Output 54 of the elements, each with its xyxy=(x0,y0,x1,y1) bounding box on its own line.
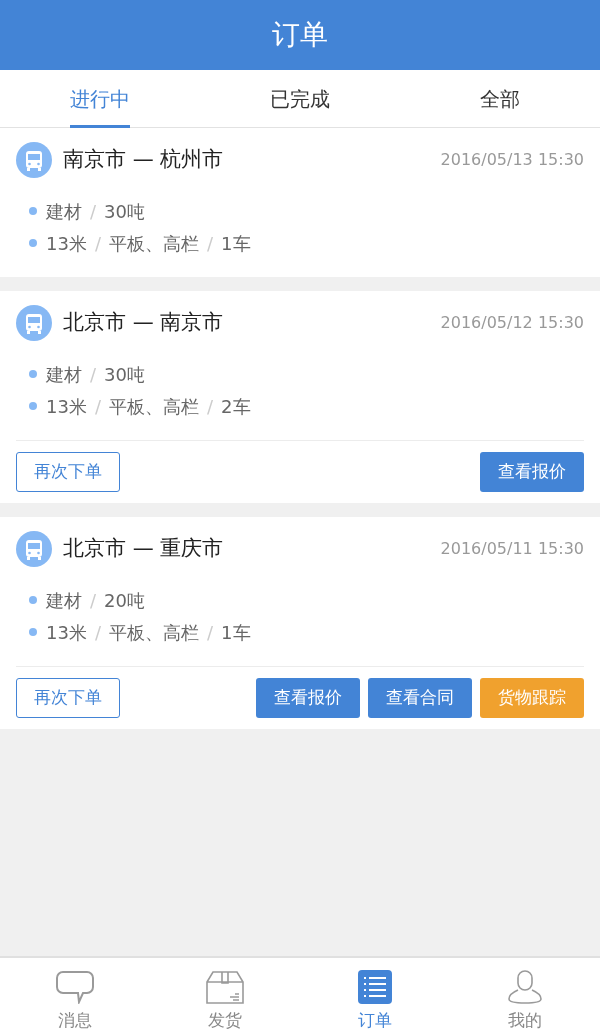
order-button[interactable]: 再次下单 xyxy=(16,452,120,492)
route-text: 北京市 — 南京市 xyxy=(63,309,224,337)
nav-label: 消息 xyxy=(58,1009,92,1032)
bus-icon xyxy=(16,531,52,567)
detail-text: 20吨 xyxy=(104,588,145,613)
detail-text: 13米 xyxy=(46,231,87,256)
detail-text: 13米 xyxy=(46,620,87,645)
nav-tab[interactable]: 我的 xyxy=(450,958,600,1035)
route-text: 北京市 — 重庆市 xyxy=(63,535,224,563)
page-title: 订单 xyxy=(272,17,328,53)
detail-text: 2车 xyxy=(221,394,251,419)
detail-text: 30吨 xyxy=(104,362,145,387)
separator-slash: / xyxy=(90,588,97,613)
separator-slash: / xyxy=(90,362,97,387)
speech-bubble-icon xyxy=(55,970,95,1004)
order-button[interactable]: 查看报价 xyxy=(480,452,584,492)
detail-text: 建材 xyxy=(46,362,82,387)
detail-text: 1车 xyxy=(221,620,251,645)
tab[interactable]: 已完成 xyxy=(270,69,330,128)
separator-slash: / xyxy=(94,394,101,419)
bus-icon xyxy=(16,142,52,178)
detail-text: 平板、高栏 xyxy=(109,620,199,645)
nav-label: 发货 xyxy=(208,1009,242,1032)
order-button[interactable]: 查看报价 xyxy=(256,678,360,718)
order-time: 2016/05/13 15:30 xyxy=(440,149,584,171)
separator-slash: / xyxy=(207,620,214,645)
separator-slash: / xyxy=(94,620,101,645)
route-text: 南京市 — 杭州市 xyxy=(63,146,224,174)
list-icon xyxy=(358,970,392,1004)
tab[interactable]: 全部 xyxy=(480,69,520,128)
detail-text: 30吨 xyxy=(104,199,145,224)
nav-tab[interactable]: 订单 xyxy=(300,958,450,1035)
separator-slash: / xyxy=(207,394,214,419)
separator-slash: / xyxy=(90,199,97,224)
nav-tab[interactable]: 发货 xyxy=(150,958,300,1035)
user-icon xyxy=(507,970,543,1004)
order-time: 2016/05/12 15:30 xyxy=(440,312,584,334)
nav-label: 订单 xyxy=(358,1009,392,1032)
order-button[interactable]: 再次下单 xyxy=(16,678,120,718)
nav-tab[interactable]: 消息 xyxy=(0,958,150,1035)
order-time: 2016/05/11 15:30 xyxy=(440,538,584,560)
detail-text: 平板、高栏 xyxy=(109,394,199,419)
separator-slash: / xyxy=(94,231,101,256)
detail-text: 建材 xyxy=(46,199,82,224)
nav-label: 我的 xyxy=(508,1009,542,1032)
detail-text: 13米 xyxy=(46,394,87,419)
detail-text: 建材 xyxy=(46,588,82,613)
detail-text: 1车 xyxy=(221,231,251,256)
bus-icon xyxy=(16,305,52,341)
order-button[interactable]: 查看合同 xyxy=(368,678,472,718)
detail-text: 平板、高栏 xyxy=(109,231,199,256)
order-button[interactable]: 货物跟踪 xyxy=(480,678,584,718)
package-icon xyxy=(206,970,244,1004)
separator-slash: / xyxy=(207,231,214,256)
